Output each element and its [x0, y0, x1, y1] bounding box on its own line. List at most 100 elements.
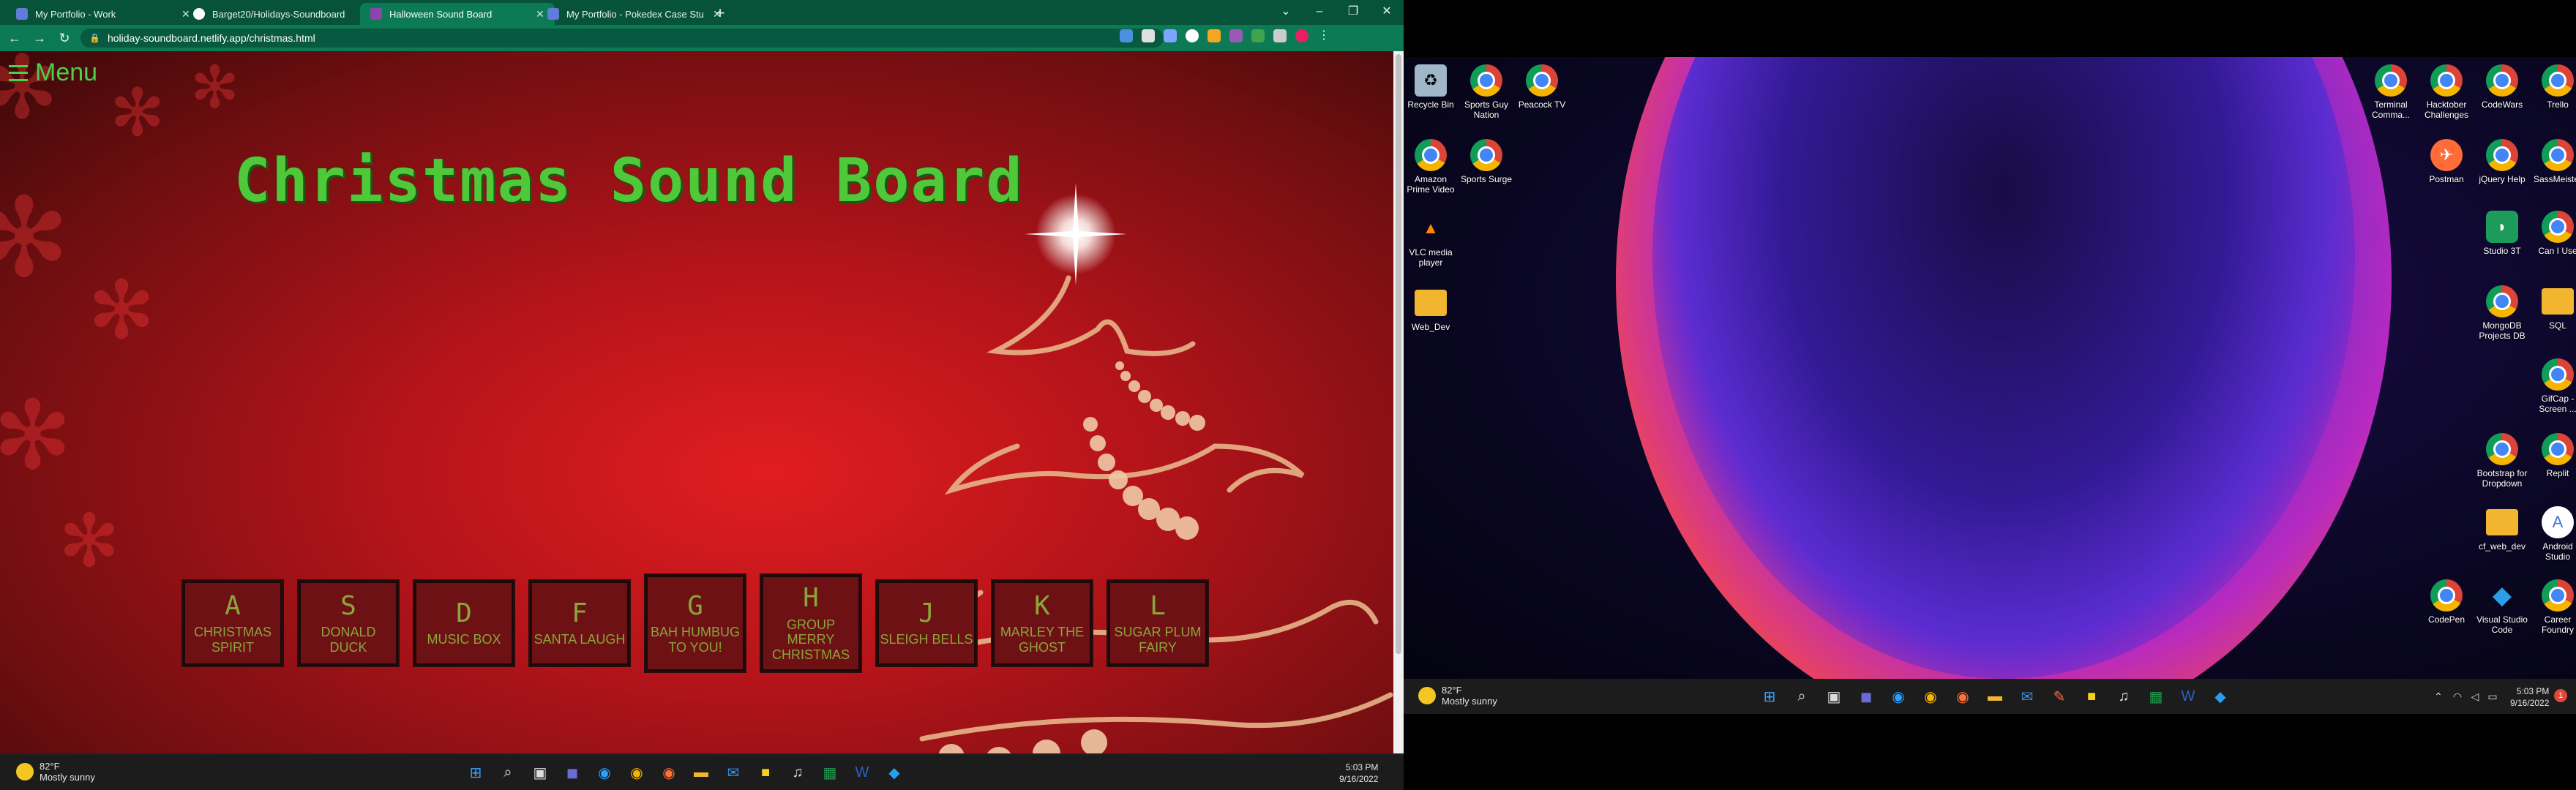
- pad-sound-label: SLEIGH BELLS: [880, 632, 973, 647]
- browser-tab[interactable]: My Portfolio - Pokedex Case Stu ✕: [537, 3, 732, 25]
- edge-icon[interactable]: ◉: [1888, 686, 1909, 707]
- chrome-icon[interactable]: ◉: [626, 762, 647, 783]
- notification-badge[interactable]: 1: [2554, 689, 2567, 702]
- chevron-up-icon[interactable]: ⌃: [2428, 686, 2449, 707]
- extension-icon[interactable]: [1164, 29, 1177, 42]
- firefox-icon[interactable]: ◉: [1952, 686, 1973, 707]
- desktop-shortcut[interactable]: Can I Use: [2531, 211, 2576, 256]
- extension-icon[interactable]: [1229, 29, 1243, 42]
- desktop-shortcut[interactable]: Hacktober Challenges: [2419, 64, 2474, 120]
- desktop-shortcut[interactable]: CodeWars: [2475, 64, 2529, 110]
- address-bar[interactable]: 🔒 holiday-soundboard.netlify.app/christm…: [80, 29, 1164, 48]
- mail-icon[interactable]: ✉: [2017, 686, 2037, 707]
- desktop-shortcut[interactable]: CodePen: [2419, 579, 2474, 625]
- restore-button[interactable]: ❐: [1341, 3, 1366, 20]
- extension-icon[interactable]: [1208, 29, 1221, 42]
- desktop-shortcut[interactable]: Sports Guy Nation: [1459, 64, 1513, 120]
- sound-pad-a[interactable]: A CHRISTMAS SPIRIT: [183, 581, 282, 666]
- tab-search-icon[interactable]: ⌄: [1273, 3, 1298, 20]
- sound-pad-k[interactable]: K MARLEY THE GHOST: [992, 581, 1092, 666]
- browser-tab[interactable]: Barget20/Holidays-Soundboard ✕: [183, 3, 378, 25]
- sound-pad-f[interactable]: F SANTA LAUGH: [530, 581, 629, 666]
- desktop-shortcut[interactable]: ▲ VLC media player: [1404, 212, 1458, 268]
- desktop-shortcut[interactable]: ◗ Studio 3T: [2475, 211, 2529, 256]
- sound-pad-h[interactable]: H GROUP MERRY CHRISTMAS: [761, 575, 861, 672]
- edge-icon[interactable]: ◉: [594, 762, 615, 783]
- minimize-button[interactable]: –: [1307, 3, 1332, 20]
- new-tab-button[interactable]: +: [710, 4, 730, 23]
- excel-icon[interactable]: ▦: [2146, 686, 2166, 707]
- desktop-shortcut[interactable]: A Android Studio: [2531, 506, 2576, 562]
- search-icon[interactable]: ⌕: [498, 762, 518, 783]
- desktop-shortcut[interactable]: Career Foundry: [2531, 579, 2576, 635]
- windows-start-icon[interactable]: ⊞: [1759, 686, 1780, 707]
- desktop-shortcut[interactable]: Bootstrap for Dropdown: [2475, 433, 2529, 489]
- page-scrollbar[interactable]: [1393, 51, 1404, 753]
- file-explorer-icon[interactable]: ▬: [691, 762, 711, 783]
- sound-pad-g[interactable]: G BAH HUMBUG TO YOU!: [645, 575, 745, 672]
- battery-icon[interactable]: ▭: [2482, 686, 2503, 707]
- extension-icon[interactable]: [1251, 29, 1265, 42]
- teams-chat-icon[interactable]: ◼: [562, 762, 583, 783]
- excel-icon[interactable]: ▦: [820, 762, 840, 783]
- file-explorer-icon[interactable]: ▬: [1985, 686, 2005, 707]
- chrome-icon[interactable]: ◉: [1920, 686, 1941, 707]
- close-window-button[interactable]: ✕: [1374, 3, 1399, 20]
- teams-chat-icon[interactable]: ◼: [1856, 686, 1876, 707]
- music-icon[interactable]: ♫: [2113, 686, 2134, 707]
- sticky-notes-icon[interactable]: ■: [2081, 686, 2102, 707]
- back-arrow-icon[interactable]: ←: [4, 28, 25, 48]
- scrollbar-thumb[interactable]: [1396, 54, 1401, 654]
- forward-arrow-icon[interactable]: →: [29, 28, 50, 48]
- desktop-shortcut[interactable]: cf_web_dev: [2475, 506, 2529, 552]
- desktop-shortcut[interactable]: ♻ Recycle Bin: [1404, 64, 1458, 110]
- extension-icon[interactable]: [1186, 29, 1199, 42]
- windows-start-icon[interactable]: ⊞: [465, 762, 486, 783]
- task-view-icon[interactable]: ▣: [1824, 686, 1844, 707]
- word-icon[interactable]: W: [2178, 686, 2198, 707]
- firefox-icon[interactable]: ◉: [659, 762, 679, 783]
- desktop-shortcut[interactable]: Terminal Comma...: [2364, 64, 2418, 120]
- vscode-icon[interactable]: ◆: [2210, 686, 2231, 707]
- desktop-shortcut[interactable]: Replit: [2531, 433, 2576, 478]
- bookmark-star-icon[interactable]: [1142, 29, 1155, 42]
- kebab-menu-icon[interactable]: ⋮: [1317, 29, 1330, 42]
- desktop-shortcut-label: CodeWars: [2481, 99, 2523, 110]
- desktop-shortcut[interactable]: Trello: [2531, 64, 2576, 110]
- sound-pad-s[interactable]: S DONALD DUCK: [299, 581, 398, 666]
- desktop-shortcut[interactable]: Amazon Prime Video: [1404, 139, 1458, 195]
- browser-tab-active[interactable]: Halloween Sound Board ✕: [360, 3, 555, 25]
- desktop-shortcut[interactable]: jQuery Help: [2475, 139, 2529, 184]
- vscode-icon[interactable]: ◆: [884, 762, 905, 783]
- desktop-shortcut[interactable]: Sports Surge: [1459, 139, 1513, 184]
- mail-icon[interactable]: ✉: [723, 762, 744, 783]
- share-icon[interactable]: [1120, 29, 1133, 42]
- desktop-shortcut[interactable]: MongoDB Projects DB: [2475, 285, 2529, 341]
- menu-button[interactable]: Menu: [9, 59, 97, 87]
- sun-icon: [16, 763, 34, 780]
- reload-icon[interactable]: ↻: [54, 28, 75, 48]
- music-icon[interactable]: ♫: [787, 762, 808, 783]
- browser-tab[interactable]: My Portfolio - Work ✕: [6, 3, 201, 25]
- sticky-notes-icon[interactable]: ■: [755, 762, 776, 783]
- weather-widget[interactable]: 82°F Mostly sunny: [1418, 685, 1497, 707]
- taskbar-clock[interactable]: 5:03 PM 9/16/2022: [2510, 685, 2549, 709]
- task-view-icon[interactable]: ▣: [530, 762, 550, 783]
- weather-widget[interactable]: 82°F Mostly sunny: [16, 761, 95, 783]
- desktop-shortcut[interactable]: SassMeister: [2531, 139, 2576, 184]
- taskbar-clock[interactable]: 5:03 PM 9/16/2022: [1339, 761, 1378, 785]
- desktop-shortcut[interactable]: ✈ Postman: [2419, 139, 2474, 184]
- word-icon[interactable]: W: [852, 762, 872, 783]
- search-icon[interactable]: ⌕: [1791, 686, 1812, 707]
- desktop-shortcut[interactable]: GifCap - Screen ...: [2531, 358, 2576, 414]
- desktop-shortcut[interactable]: Peacock TV: [1515, 64, 1569, 110]
- puzzle-icon[interactable]: [1273, 29, 1287, 42]
- profile-avatar[interactable]: [1295, 29, 1308, 42]
- desktop-shortcut[interactable]: SQL: [2531, 285, 2576, 331]
- sound-pad-l[interactable]: L SUGAR PLUM FAIRY: [1108, 581, 1208, 666]
- sound-pad-j[interactable]: J SLEIGH BELLS: [877, 581, 976, 666]
- sound-pad-d[interactable]: D MUSIC BOX: [414, 581, 514, 666]
- desktop-shortcut[interactable]: Web_Dev: [1404, 287, 1458, 332]
- desktop-shortcut[interactable]: ◆ Visual Studio Code: [2475, 579, 2529, 635]
- paint-icon[interactable]: ✎: [2049, 686, 2070, 707]
